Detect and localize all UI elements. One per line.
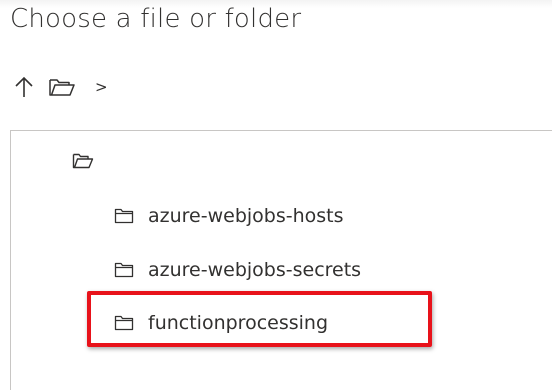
folder-icon <box>114 207 134 225</box>
tree-item-azure-webjobs-secrets[interactable]: azure-webjobs-secrets <box>114 250 361 290</box>
navigation-toolbar: > <box>13 70 108 104</box>
folder-icon <box>114 314 134 332</box>
tree-item-azure-webjobs-hosts[interactable]: azure-webjobs-hosts <box>114 196 344 236</box>
dialog-title: Choose a file or folder <box>10 4 302 34</box>
arrow-up-icon <box>15 76 33 97</box>
breadcrumb-separator: > <box>95 78 108 96</box>
navigate-up-button[interactable] <box>13 72 35 102</box>
tree-item-functionprocessing[interactable]: functionprocessing <box>114 303 328 343</box>
folder-icon <box>114 261 134 279</box>
open-folder-button[interactable] <box>47 72 77 102</box>
open-folder-icon <box>72 153 94 169</box>
tree-item-label: azure-webjobs-secrets <box>148 259 362 281</box>
open-folder-icon <box>49 79 75 96</box>
tree-item-label: functionprocessing <box>148 312 329 334</box>
root-folder-node[interactable] <box>72 152 94 172</box>
tree-item-label: azure-webjobs-hosts <box>148 205 344 227</box>
